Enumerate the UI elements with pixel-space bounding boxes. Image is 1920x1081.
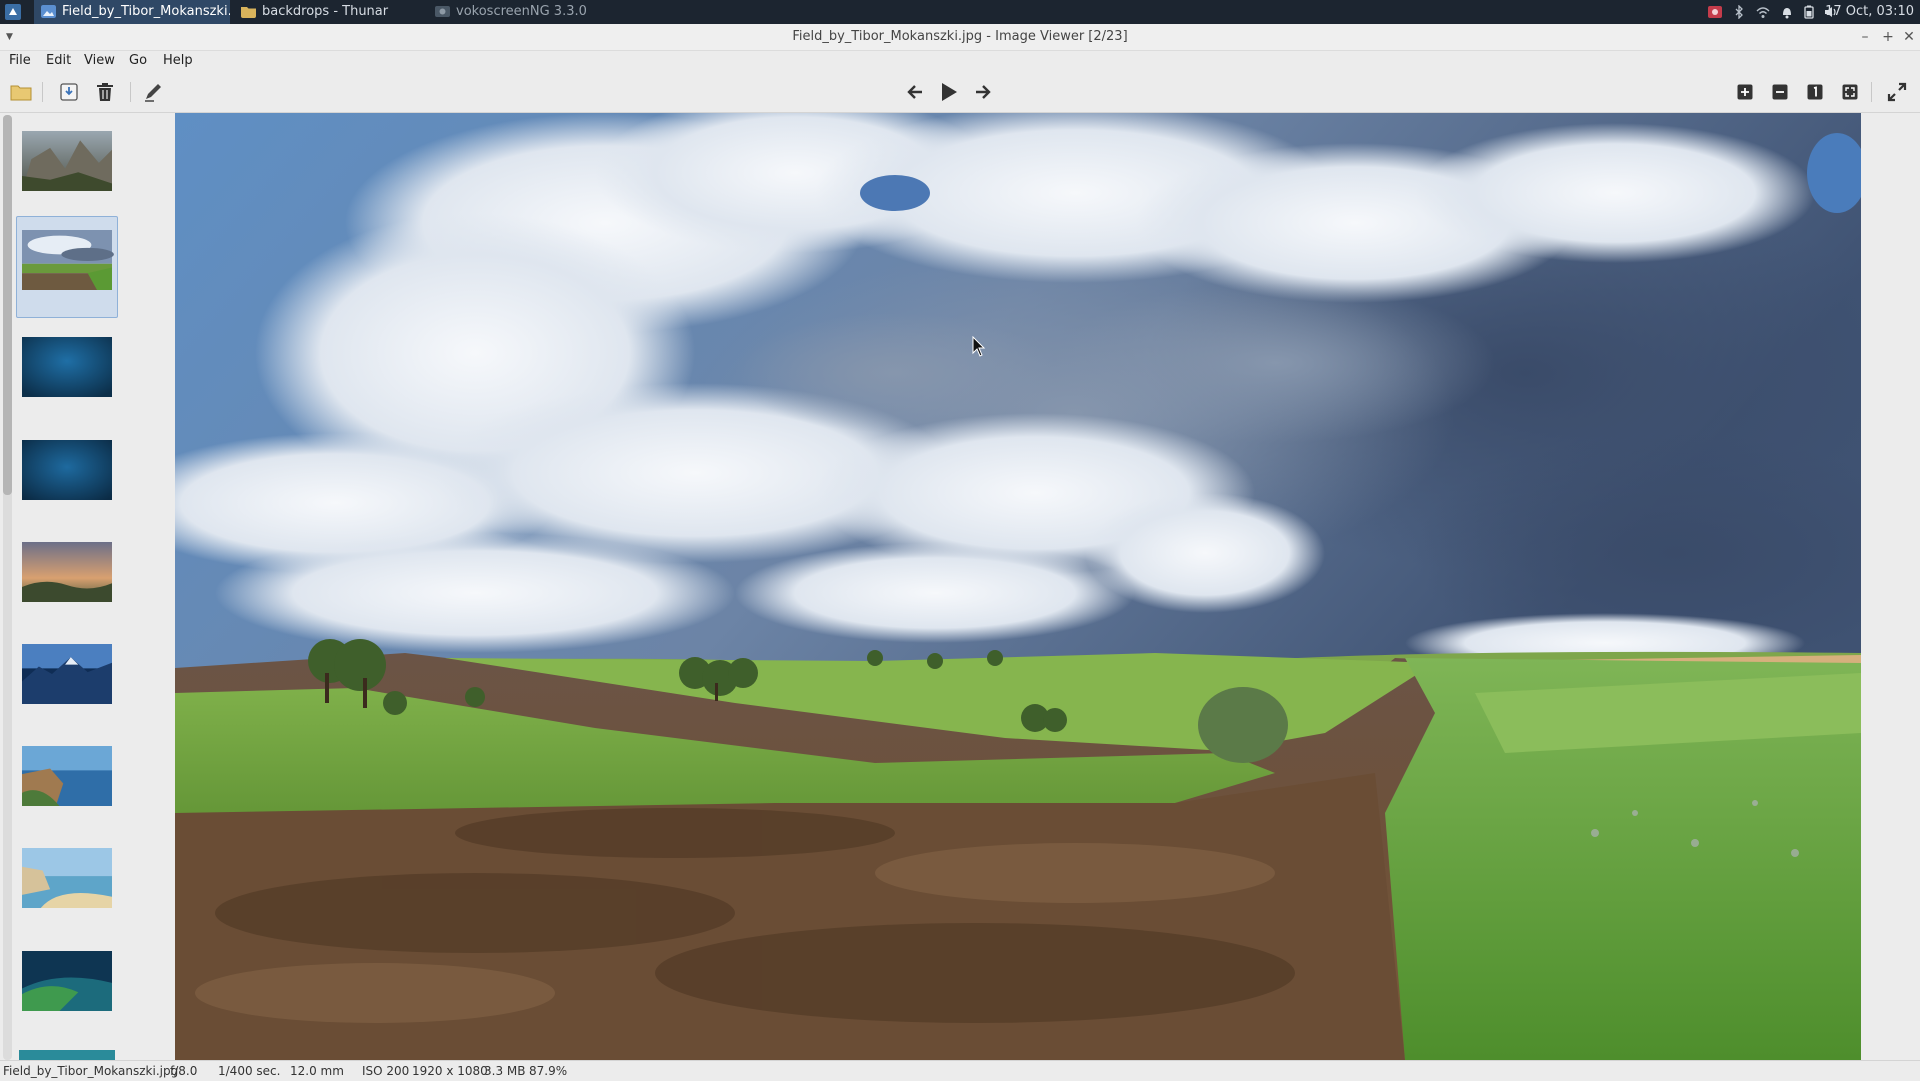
thumbnail-sunset-hills[interactable] (19, 542, 115, 602)
thumbnail-green-abstract[interactable] (19, 951, 115, 1011)
status-zoom: 87.9% (529, 1064, 568, 1078)
next-icon (976, 85, 991, 99)
status-focal-length: 12.0 mm (290, 1064, 344, 1078)
folder-icon (241, 7, 256, 18)
thumbnail-beach-cliffs[interactable] (19, 848, 115, 908)
previous-icon (907, 85, 922, 99)
thumbnail-field[interactable] (19, 230, 115, 290)
thumbnail-strip (0, 113, 174, 1060)
menu-view[interactable]: View (84, 51, 115, 71)
toolbar (0, 72, 1920, 113)
clock[interactable]: 17 Oct, 03:10 (1825, 0, 1914, 24)
open-folder-button[interactable] (8, 80, 34, 104)
wifi-icon[interactable] (1756, 5, 1770, 19)
window-titlebar[interactable]: ▼ Field_by_Tibor_Mokanszki.jpg - Image V… (0, 24, 1920, 51)
status-dimensions: 1920 x 1080 (412, 1064, 488, 1078)
menu-edit[interactable]: Edit (46, 51, 71, 71)
save-copy-icon (60, 83, 78, 101)
minimize-button[interactable]: – (1855, 27, 1875, 47)
scrollbar-thumb[interactable] (3, 115, 12, 495)
status-aperture: f/8.0 (170, 1064, 198, 1078)
close-button[interactable]: ✕ (1899, 27, 1919, 47)
top-panel: Field_by_Tibor_Mokanszki.jp... backdrops… (0, 0, 1920, 24)
toolbar-separator (42, 82, 43, 102)
thumbnail-blue-abstract-2[interactable] (19, 440, 115, 500)
system-tray: 17 Oct, 03:10 (1700, 0, 1920, 24)
taskbar-item-label: vokoscreenNG 3.3.0 (456, 4, 587, 19)
open-folder-icon (10, 85, 32, 101)
fullscreen-button[interactable] (1884, 80, 1910, 104)
applications-menu-icon[interactable] (4, 3, 22, 21)
zoom-in-button[interactable] (1732, 80, 1758, 104)
thumbnail-blue-mountains[interactable] (19, 644, 115, 704)
menu-file[interactable]: File (9, 51, 31, 71)
window-title: Field_by_Tibor_Mokanszki.jpg - Image Vie… (792, 29, 1128, 44)
zoom-fit-icon (1842, 84, 1858, 100)
zoom-out-button[interactable] (1767, 80, 1793, 104)
delete-icon (97, 83, 113, 101)
thumbnail-coast[interactable] (19, 746, 115, 806)
status-exposure: 1/400 sec. (218, 1064, 281, 1078)
play-slideshow-icon (942, 83, 957, 101)
zoom-fit-button[interactable] (1837, 80, 1863, 104)
status-file-size: 3.3 MB (484, 1064, 526, 1078)
save-copy-button[interactable] (56, 80, 82, 104)
menu-help[interactable]: Help (163, 51, 193, 71)
menubar: File Edit View Go Help (0, 51, 1920, 71)
mouse-cursor-icon (972, 336, 986, 357)
edit-button[interactable] (140, 80, 166, 104)
taskbar-item-label: backdrops - Thunar (262, 4, 389, 19)
taskbar-item-thunar[interactable]: backdrops - Thunar (234, 0, 424, 24)
status-iso: ISO 200 (362, 1064, 410, 1078)
zoom-100-icon (1807, 84, 1823, 100)
zoom-100-button[interactable] (1802, 80, 1828, 104)
thumbnail-scrollbar[interactable] (3, 115, 12, 1060)
thumbnail-mountain-cliff[interactable] (19, 131, 115, 191)
image-view[interactable] (175, 113, 1919, 1060)
previous-button[interactable] (902, 80, 928, 104)
status-bar: Field_by_Tibor_Mokanszki.jpg f/8.0 1/400… (0, 1060, 1920, 1081)
thumbnail-partial[interactable] (19, 1050, 115, 1060)
battery-icon[interactable] (1802, 5, 1816, 19)
zoom-in-icon (1737, 84, 1753, 100)
toolbar-separator (130, 82, 131, 102)
taskbar-item-label: Field_by_Tibor_Mokanszki.jp... (62, 4, 230, 19)
status-filename: Field_by_Tibor_Mokanszki.jpg (3, 1064, 179, 1078)
thumbnail-blue-abstract-1[interactable] (19, 337, 115, 397)
delete-button[interactable] (92, 80, 118, 104)
bluetooth-icon[interactable] (1732, 5, 1746, 19)
fullscreen-icon (1887, 82, 1907, 102)
main-image-field-landscape[interactable] (175, 113, 1861, 1060)
toolbar-separator (1871, 82, 1872, 102)
maximize-button[interactable]: + (1878, 27, 1898, 47)
notification-bell-icon[interactable] (1780, 5, 1794, 19)
image-viewer-icon (41, 5, 56, 18)
recorder-tray-icon[interactable] (1708, 5, 1722, 19)
menu-go[interactable]: Go (129, 51, 147, 71)
taskbar-item-image-viewer[interactable]: Field_by_Tibor_Mokanszki.jp... (34, 0, 230, 24)
zoom-out-icon (1772, 84, 1788, 100)
taskbar-item-vokoscreen[interactable]: vokoscreenNG 3.3.0 (428, 0, 628, 24)
next-button[interactable] (970, 80, 996, 104)
play-slideshow-button[interactable] (936, 80, 962, 104)
edit-icon (145, 84, 161, 102)
screen-recorder-icon (435, 6, 450, 17)
